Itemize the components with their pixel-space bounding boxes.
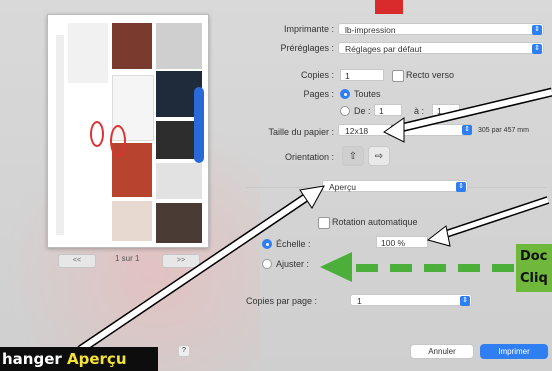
annotation-ring — [90, 121, 104, 147]
fit-radio[interactable] — [262, 259, 272, 269]
printer-select[interactable]: lb-impression ⇕ — [338, 23, 544, 35]
green-annotation-line2: Cliq — [520, 271, 548, 286]
pages-all-radio[interactable] — [340, 89, 350, 99]
help-button[interactable]: ? — [178, 345, 190, 357]
preview-sidebar — [56, 35, 64, 235]
preview-image — [112, 201, 152, 241]
paper-size-stepper[interactable]: ⇕ — [459, 124, 473, 136]
auto-rotate-checkbox[interactable] — [318, 217, 330, 229]
red-arrow-tip — [375, 0, 403, 14]
print-button[interactable]: Imprimer — [480, 344, 548, 359]
copies-per-page-label: Copies par page : — [246, 296, 318, 306]
pages-to-field[interactable]: 1 — [432, 104, 460, 116]
presets-value: Réglages par défaut — [345, 44, 422, 54]
printer-value: lb-impression — [345, 25, 396, 35]
preview-image — [156, 163, 202, 199]
preview-highlight — [194, 87, 204, 163]
scale-field[interactable]: 100 % — [376, 236, 428, 248]
first-page-button[interactable]: << — [58, 254, 96, 268]
duplex-label: Recto verso — [406, 70, 455, 80]
pages-from-label: De : — [354, 106, 371, 116]
pages-range-radio[interactable] — [340, 106, 350, 116]
paper-size-select[interactable]: 12x18 — [338, 124, 472, 136]
orientation-label: Orientation : — [284, 152, 334, 162]
duplex-checkbox[interactable] — [392, 70, 404, 82]
copies-per-page-value: 1 — [357, 296, 362, 306]
print-dialog: << 1 sur 1 >> Imprimante : lb-impression… — [0, 0, 552, 371]
chevron-updown-icon: ⇕ — [532, 44, 542, 54]
preview-image — [156, 23, 202, 69]
pages-label: Pages : — [303, 89, 334, 99]
print-preview-page — [47, 14, 209, 248]
preview-pagination: << 1 sur 1 >> — [58, 254, 200, 268]
section-value: Aperçu — [329, 182, 356, 192]
callout-text: hanger — [2, 350, 68, 368]
cancel-button[interactable]: Annuler — [410, 344, 474, 359]
pages-to-label: à : — [414, 106, 425, 116]
paper-size-label: Taille du papier : — [268, 127, 334, 137]
preview-image — [156, 203, 202, 243]
presets-select[interactable]: Réglages par défaut ⇕ — [338, 42, 544, 54]
copies-per-page-select[interactable]: 1 ⇕ — [350, 294, 472, 306]
preview-image — [112, 23, 152, 69]
fit-label: Ajuster : — [276, 259, 310, 269]
callout-banner: hanger Aperçu — [0, 347, 158, 371]
portrait-button[interactable]: ⇧ — [342, 146, 364, 166]
copies-field[interactable]: 1 — [340, 69, 384, 81]
section-select[interactable]: Aperçu ⇕ — [322, 180, 468, 192]
preview-block — [68, 23, 108, 83]
printer-label: Imprimante : — [283, 24, 334, 34]
scale-radio[interactable] — [262, 239, 272, 249]
annotation-ring — [110, 125, 126, 157]
page-indicator: 1 sur 1 — [115, 254, 140, 263]
paper-dimensions: 305 par 457 mm — [478, 127, 529, 134]
chevron-updown-icon: ⇕ — [456, 182, 466, 192]
green-annotation-line1: Doc — [520, 249, 548, 264]
landscape-button[interactable]: ⇨ — [368, 146, 390, 166]
paper-size-value: 12x18 — [345, 126, 369, 136]
chevron-updown-icon: ⇕ — [460, 296, 470, 306]
presets-label: Préréglages : — [280, 43, 334, 53]
green-annotation-box: Doc Cliq — [516, 244, 552, 292]
pages-from-field[interactable]: 1 — [374, 104, 402, 116]
last-page-button[interactable]: >> — [162, 254, 200, 268]
copies-label: Copies : — [300, 70, 334, 80]
auto-rotate-label: Rotation automatique — [332, 217, 418, 227]
pages-all-label: Toutes — [354, 89, 381, 99]
callout-highlight: Aperçu — [67, 350, 127, 368]
chevron-updown-icon: ⇕ — [532, 25, 542, 35]
chevron-updown-icon: ⇕ — [462, 125, 472, 135]
scale-label: Échelle : — [276, 239, 311, 249]
